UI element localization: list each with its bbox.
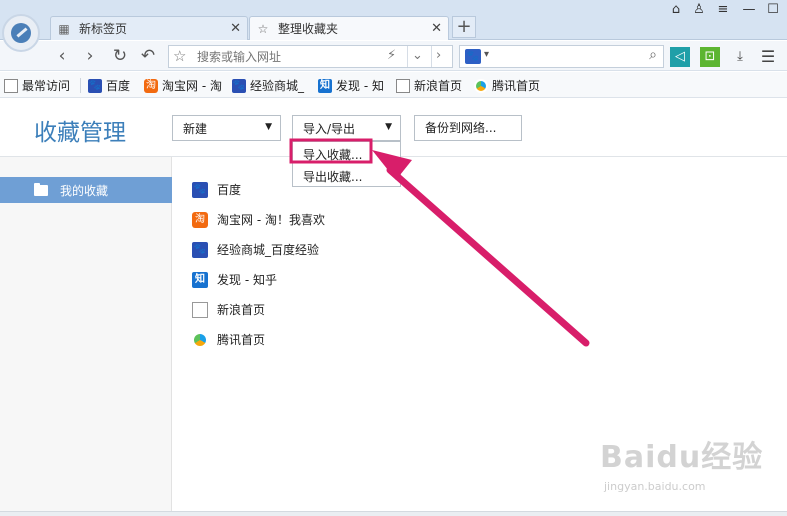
list-item[interactable]: 腾讯首页: [192, 331, 265, 348]
sidebar: 我的收藏: [0, 157, 172, 516]
baidu-paw-icon: 🐾: [192, 181, 208, 198]
zhihu-icon: 知: [192, 271, 208, 288]
back-icon[interactable]: ‹: [52, 46, 72, 66]
backup-button[interactable]: 备份到网络...: [414, 115, 522, 141]
item-label: 淘宝网 - 淘！我喜欢: [217, 213, 325, 227]
page-title: 收藏管理: [34, 120, 126, 146]
grid-icon: ▦: [58, 21, 70, 36]
baidu-paw-icon: 🐾: [88, 78, 102, 93]
list-item[interactable]: 淘 淘宝网 - 淘！我喜欢: [192, 211, 325, 228]
list-item[interactable]: 🐾 百度: [192, 181, 241, 198]
list-item[interactable]: 知 发现 - 知乎: [192, 271, 277, 288]
bookmark-label: 最常访问: [22, 79, 71, 93]
bookmark-item[interactable]: 最常访问: [4, 77, 70, 94]
bookmark-label: 新浪首页: [414, 79, 463, 93]
bookmarks-bar: 最常访问 🐾 百度 淘 淘宝网 - 淘 🐾 经验商城_ 知 发现 - 知 新浪首…: [0, 72, 787, 98]
url-input[interactable]: [197, 48, 377, 65]
qq-icon: [474, 78, 488, 93]
nav-bar: ‹ › ↻ ↶ ☆ ⚡ ⌄ › 🐾 ▾ ⌕ ◁ ⊡ ⤓ ☰: [0, 41, 787, 71]
search-box[interactable]: 🐾 ▾ ⌕: [459, 45, 664, 68]
taobao-icon: 淘: [192, 211, 208, 228]
bookmark-item[interactable]: 🐾 经验商城_: [232, 77, 304, 94]
list-item[interactable]: 🐾 经验商城_百度经验: [192, 241, 319, 258]
menu-icon[interactable]: ≡: [714, 2, 732, 17]
page-icon: [396, 78, 410, 93]
tab-label: 整理收藏夹: [278, 22, 339, 36]
tab-organize-favorites[interactable]: ☆ 整理收藏夹 ✕: [249, 16, 449, 40]
hamburger-icon[interactable]: ☰: [758, 47, 778, 67]
lock-icon[interactable]: ⌂: [667, 2, 685, 17]
folder-icon: [34, 182, 48, 196]
sound-icon[interactable]: ◁: [670, 47, 690, 67]
import-export-dropdown[interactable]: 导入/导出 ▼: [292, 115, 401, 141]
caret-down-icon: ▼: [265, 122, 272, 132]
page-icon: [192, 301, 208, 318]
bookmark-label: 百度: [106, 79, 131, 93]
close-icon[interactable]: ✕: [230, 21, 241, 36]
page-icon: [4, 78, 18, 93]
bookmark-label: 淘宝网 - 淘: [162, 79, 222, 93]
item-label: 腾讯首页: [217, 333, 266, 347]
watermark-url: jingyan.baidu.com: [604, 480, 706, 493]
bookmark-item[interactable]: 淘 淘宝网 - 淘: [144, 77, 222, 94]
watermark-brand: Baidu经验: [600, 440, 764, 475]
star-icon[interactable]: ☆: [173, 47, 186, 65]
skin-icon[interactable]: ♙: [690, 2, 708, 17]
crop-icon[interactable]: ⊡: [700, 47, 720, 67]
search-icon[interactable]: ⌕: [649, 47, 657, 63]
baidu-paw-icon: 🐾: [232, 78, 246, 93]
watermark: Baidu经验 jingyan.baidu.com: [600, 432, 763, 493]
go-icon[interactable]: ›: [436, 48, 441, 63]
arrow-shaft: [386, 166, 590, 347]
maximize-icon[interactable]: ☐: [764, 2, 782, 17]
item-label: 发现 - 知乎: [217, 273, 277, 287]
tab-label: 新标签页: [79, 22, 128, 36]
status-bar: [0, 511, 787, 516]
chevron-down-icon[interactable]: ▾: [484, 49, 489, 60]
chevron-down-icon[interactable]: ⌄: [412, 48, 423, 63]
forward-icon[interactable]: ›: [80, 46, 100, 66]
undo-icon[interactable]: ↶: [138, 46, 158, 66]
minimize-icon[interactable]: —: [740, 2, 758, 17]
bookmark-label: 腾讯首页: [492, 79, 541, 93]
bookmark-item[interactable]: 腾讯首页: [474, 77, 540, 94]
bookmark-item[interactable]: 🐾 百度: [88, 77, 130, 94]
new-label: 新建: [183, 121, 208, 136]
bookmark-label: 发现 - 知: [336, 79, 384, 93]
address-bar[interactable]: ☆ ⚡ ⌄ ›: [168, 45, 453, 68]
download-icon[interactable]: ⤓: [730, 47, 750, 67]
title-bar: ▦ 新标签页 ✕ ☆ 整理收藏夹 ✕ + ⌂ ♙ ≡ — ☐: [0, 0, 787, 40]
sidebar-item-my-favorites[interactable]: 我的收藏: [0, 177, 172, 203]
baidu-paw-icon: 🐾: [192, 241, 208, 258]
import-export-menu: 导入收藏... 导出收藏...: [292, 141, 401, 187]
item-label: 经验商城_百度经验: [217, 243, 320, 257]
item-label: 百度: [217, 183, 242, 197]
close-icon[interactable]: ✕: [431, 21, 442, 36]
baidu-paw-icon[interactable]: 🐾: [465, 49, 481, 64]
bookmark-item[interactable]: 新浪首页: [396, 77, 462, 94]
tab-new-tab[interactable]: ▦ 新标签页 ✕: [50, 16, 248, 40]
refresh-icon[interactable]: ↻: [110, 46, 130, 66]
new-dropdown[interactable]: 新建 ▼: [172, 115, 281, 141]
menu-item-export[interactable]: 导出收藏...: [303, 168, 362, 185]
caret-down-icon: ▼: [385, 122, 392, 132]
browser-logo[interactable]: [2, 14, 40, 52]
lightning-icon[interactable]: ⚡: [387, 48, 396, 63]
taobao-icon: 淘: [144, 78, 158, 93]
zhihu-icon: 知: [318, 78, 332, 93]
item-label: 新浪首页: [217, 303, 266, 317]
menu-item-import[interactable]: 导入收藏...: [303, 146, 362, 163]
import-export-label: 导入/导出: [303, 121, 356, 136]
bookmark-label: 经验商城_: [250, 79, 305, 93]
sidebar-item-label: 我的收藏: [60, 183, 109, 198]
new-tab-button[interactable]: +: [452, 16, 476, 38]
bookmark-item[interactable]: 知 发现 - 知: [318, 77, 384, 94]
qq-icon: [192, 331, 208, 348]
list-item[interactable]: 新浪首页: [192, 301, 265, 318]
star-icon: ☆: [257, 21, 269, 36]
